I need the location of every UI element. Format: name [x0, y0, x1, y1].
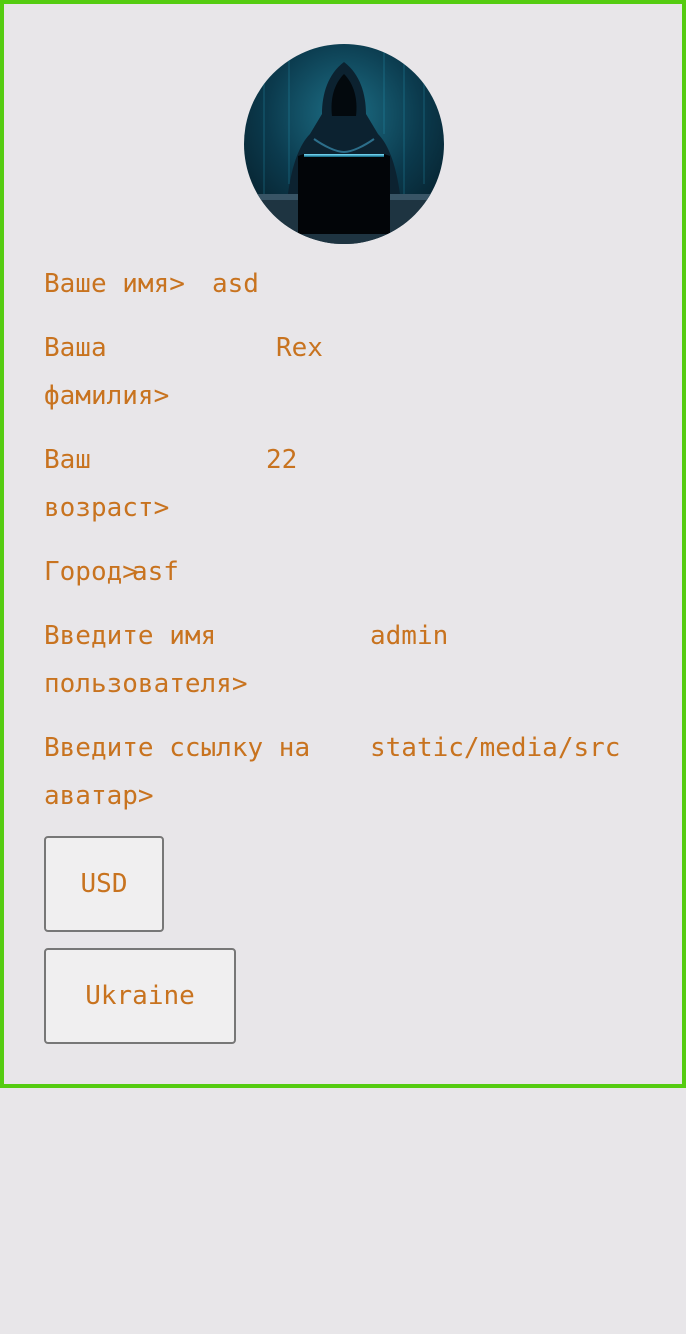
- last-name-label-line1: Ваша: [44, 333, 107, 363]
- hooded-hacker-avatar-icon: [244, 44, 444, 244]
- city-label: Город>: [44, 557, 138, 587]
- first-name-label: Ваше имя>: [44, 269, 185, 299]
- avatar: [244, 44, 444, 244]
- age-label-line1: Ваш: [44, 445, 91, 475]
- first-name-value[interactable]: asd: [212, 260, 259, 308]
- currency-button[interactable]: USD: [44, 836, 164, 932]
- last-name-value[interactable]: Rex: [276, 324, 323, 372]
- avatar-link-value[interactable]: static/media/src: [370, 724, 642, 772]
- age-value[interactable]: 22: [266, 436, 297, 484]
- country-button[interactable]: Ukraine: [44, 948, 236, 1044]
- username-label-line2: пользователя>: [44, 669, 248, 699]
- username-value[interactable]: admin: [370, 612, 448, 660]
- avatar-link-label-line2: аватар>: [44, 781, 154, 811]
- city-value[interactable]: asf: [132, 548, 179, 596]
- age-label-line2: возраст>: [44, 493, 170, 523]
- username-label-line1: Введите имя: [44, 621, 217, 651]
- avatar-link-label-line1: Введите ссылку на: [44, 733, 311, 763]
- last-name-label-line2: фамилия>: [44, 381, 170, 411]
